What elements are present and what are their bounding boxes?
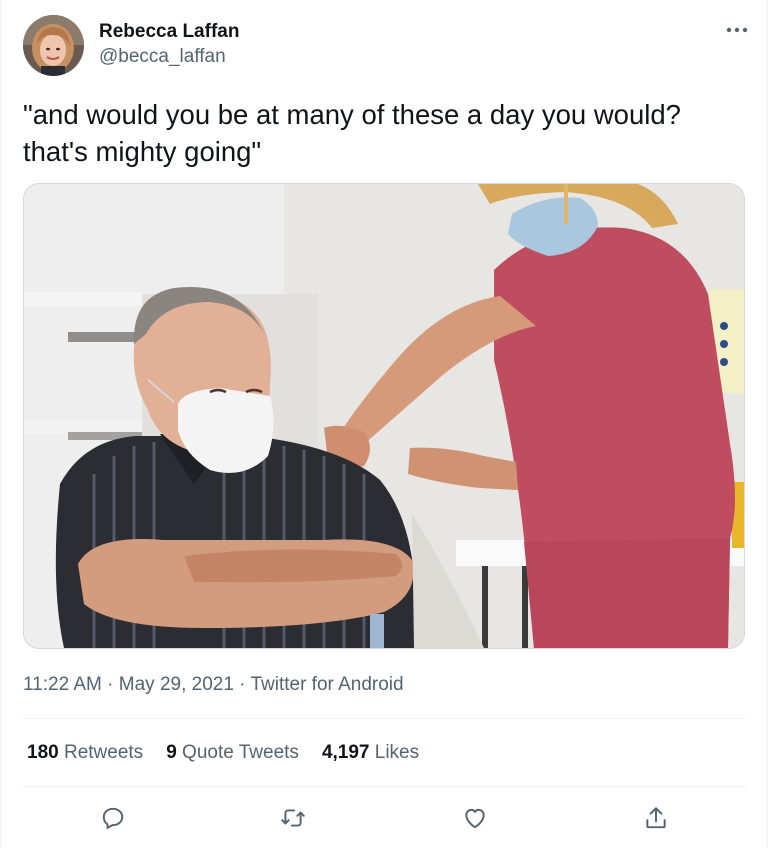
more-horizontal-icon[interactable] xyxy=(723,18,751,42)
likes-count: 4,197 xyxy=(321,742,370,763)
avatar-image xyxy=(23,15,84,76)
tweet-stats: 180 Retweets 9 Quote Tweets 4,197 Likes xyxy=(27,741,442,765)
tweet-date[interactable]: May 29, 2021 xyxy=(119,674,234,695)
heart-icon[interactable] xyxy=(455,798,495,838)
quote-tweets-label: Quote Tweets xyxy=(182,742,299,763)
tweet-header: Rebecca Laffan @becca_laffan xyxy=(23,14,753,78)
retweet-icon[interactable] xyxy=(273,798,313,838)
likes-label: Likes xyxy=(374,742,420,763)
tweet-time[interactable]: 11:22 AM xyxy=(23,674,102,695)
retweets-label: Retweets xyxy=(63,742,144,763)
likes-stat[interactable]: 4,197 Likes xyxy=(322,741,419,765)
tweet-photo[interactable] xyxy=(23,183,745,649)
tweet-source[interactable]: Twitter for Android xyxy=(250,674,403,695)
author-display-name[interactable]: Rebecca Laffan xyxy=(99,20,239,44)
reply-icon[interactable] xyxy=(93,798,133,838)
meta-separator: · xyxy=(233,674,251,695)
divider xyxy=(23,718,746,719)
author-names: Rebecca Laffan @becca_laffan xyxy=(99,20,239,69)
divider xyxy=(23,786,746,787)
tweet: Rebecca Laffan @becca_laffan "and would … xyxy=(1,0,767,848)
tweet-text: "and would you be at many of these a day… xyxy=(23,99,681,167)
retweets-stat[interactable]: 180 Retweets xyxy=(27,741,143,765)
retweets-count: 180 xyxy=(27,742,59,763)
share-icon[interactable] xyxy=(636,798,676,838)
author-handle[interactable]: @becca_laffan xyxy=(99,45,239,69)
quote-tweets-stat[interactable]: 9 Quote Tweets xyxy=(166,741,299,765)
meta-separator: · xyxy=(101,674,119,695)
quote-tweets-count: 9 xyxy=(166,742,177,763)
tweet-meta: 11:22 AM · May 29, 2021 · Twitter for An… xyxy=(23,673,404,697)
avatar[interactable] xyxy=(23,15,84,76)
tweet-actions xyxy=(23,798,746,838)
